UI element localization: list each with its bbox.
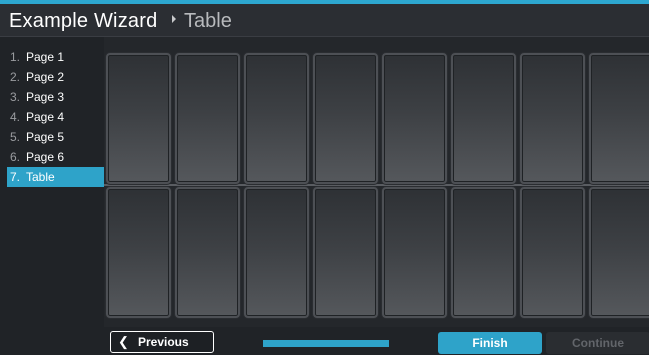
step-label: Table: [26, 170, 55, 184]
triangle-right-icon: [172, 15, 176, 23]
sidebar-item-page-5[interactable]: 5. Page 5: [7, 127, 104, 147]
table-cell[interactable]: [382, 53, 447, 184]
table-cell[interactable]: [451, 187, 516, 318]
table-cell[interactable]: [175, 53, 240, 184]
sidebar-item-page-1[interactable]: 1. Page 1: [7, 47, 104, 67]
step-label: Page 1: [26, 50, 65, 64]
table-cell[interactable]: [106, 187, 171, 318]
previous-label: Previous: [138, 335, 189, 349]
step-label: Page 6: [26, 150, 65, 164]
step-number: 6.: [10, 150, 21, 164]
step-number: 5.: [10, 130, 21, 144]
table-cell[interactable]: [451, 53, 516, 184]
step-number: 1.: [10, 50, 21, 64]
previous-button[interactable]: ❮ Previous: [110, 331, 214, 353]
page-title: Example Wizard: [9, 10, 158, 32]
table-cell[interactable]: [589, 187, 649, 318]
breadcrumb: Table: [184, 10, 232, 32]
table-cell[interactable]: [520, 53, 585, 184]
row-divider: [104, 184, 649, 186]
table-cell[interactable]: [382, 187, 447, 318]
step-label: Page 4: [26, 110, 65, 124]
table-grid: [104, 37, 649, 327]
step-number: 7.: [10, 170, 21, 184]
table-cell[interactable]: [313, 53, 378, 184]
step-label: Page 2: [26, 70, 65, 84]
chevron-left-icon: ❮: [118, 334, 129, 349]
table-cell[interactable]: [589, 53, 649, 184]
step-label: Page 5: [26, 130, 65, 144]
wizard-steps: 1. Page 1 2. Page 2 3. Page 3 4. Page 4 …: [7, 47, 104, 187]
step-number: 4.: [10, 110, 21, 124]
table-cell[interactable]: [313, 187, 378, 318]
wizard-window: Example Wizard Table 1. Page 1 2. Page 2…: [0, 0, 649, 355]
finish-button[interactable]: Finish: [438, 332, 542, 354]
table-cell[interactable]: [106, 53, 171, 184]
sidebar-item-page-6[interactable]: 6. Page 6: [7, 147, 104, 167]
table-cell[interactable]: [520, 187, 585, 318]
sidebar-item-page-2[interactable]: 2. Page 2: [7, 67, 104, 87]
sidebar-item-page-4[interactable]: 4. Page 4: [7, 107, 104, 127]
sidebar-item-page-3[interactable]: 3. Page 3: [7, 87, 104, 107]
table-cell[interactable]: [244, 53, 309, 184]
table-cell[interactable]: [175, 187, 240, 318]
header: Example Wizard Table: [0, 4, 649, 37]
step-number: 3.: [10, 90, 21, 104]
sidebar-item-table[interactable]: 7. Table: [7, 167, 104, 187]
continue-button: Continue: [546, 332, 649, 354]
step-label: Page 3: [26, 90, 65, 104]
wizard-footer: ❮ Previous Finish Continue: [104, 329, 649, 355]
table-cell[interactable]: [244, 187, 309, 318]
step-number: 2.: [10, 70, 21, 84]
progress-bar: [263, 340, 389, 347]
